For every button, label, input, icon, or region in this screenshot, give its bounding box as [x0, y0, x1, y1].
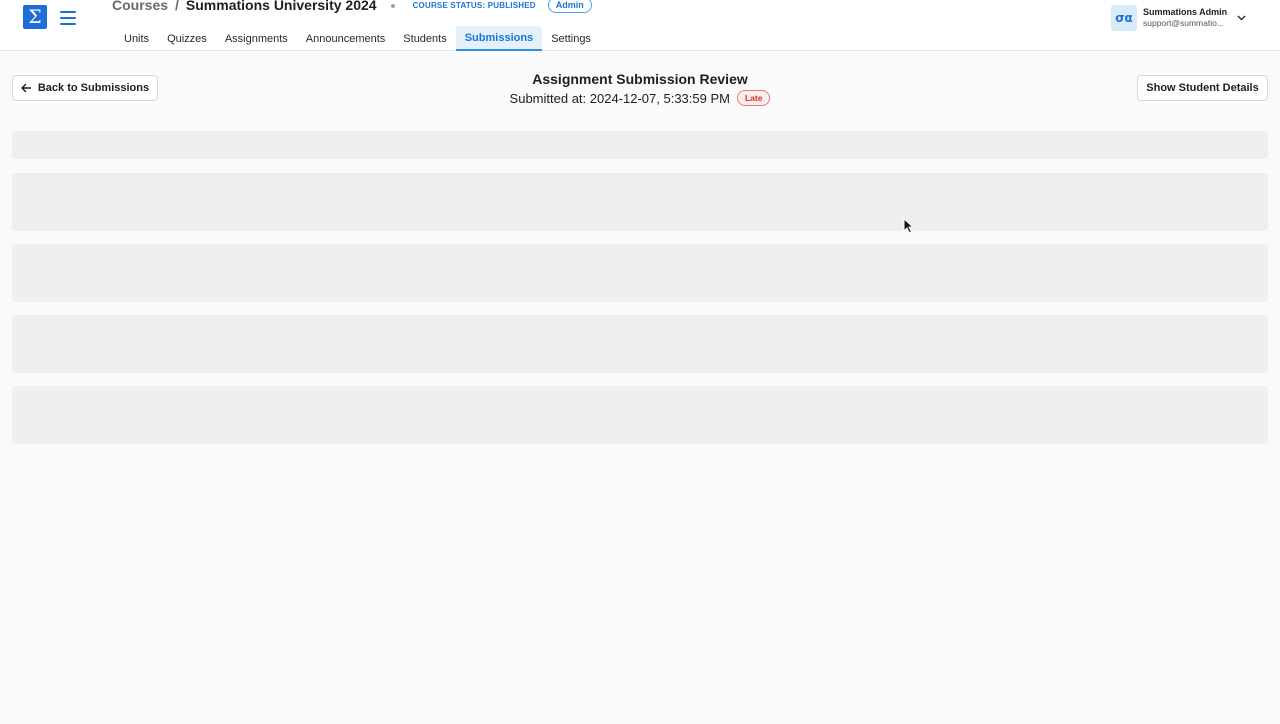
loading-skeleton [12, 315, 1268, 373]
loading-skeleton [12, 131, 1268, 159]
user-email: support@summatio... [1143, 17, 1224, 28]
arrow-left-icon [20, 83, 32, 93]
loading-skeleton [12, 173, 1268, 231]
chevron-down-icon[interactable] [1237, 14, 1246, 21]
avatar: σα [1111, 4, 1137, 31]
user-info: Summations Admin support@summatio... [1143, 7, 1227, 29]
tab-units[interactable]: Units [115, 26, 158, 51]
summations-logo[interactable]: Σ [23, 5, 47, 29]
top-header: Σ Courses / Summations University 2024 C… [0, 0, 1280, 51]
page-title: Assignment Submission Review [532, 71, 748, 87]
status-badge: Late [736, 90, 771, 106]
hamburger-menu-icon[interactable] [60, 11, 76, 25]
back-button-label: Back to Submissions [37, 82, 150, 94]
tab-settings[interactable]: Settings [542, 26, 600, 51]
breadcrumb-separator: / [175, 0, 179, 13]
user-menu[interactable]: σα Summations Admin support@summatio... [1111, 4, 1246, 31]
separator-dot [390, 4, 395, 8]
submission-header: Assignment Submission Review Submitted a… [440, 70, 840, 106]
loading-skeleton [12, 244, 1268, 302]
tab-assignments[interactable]: Assignments [216, 26, 297, 51]
back-to-submissions-button[interactable]: Back to Submissions [12, 75, 158, 101]
submitted-timestamp: Submitted at: 2024-12-07, 5:33:59 PM [509, 90, 730, 106]
logo-symbol: Σ [28, 5, 42, 28]
mouse-cursor-icon [903, 218, 914, 234]
tab-submissions[interactable]: Submissions [455, 26, 543, 51]
tab-announcements[interactable]: Announcements [297, 26, 395, 51]
show-student-details-button[interactable]: Show Student Details [1137, 75, 1268, 101]
role-badge: Admin [547, 0, 592, 13]
breadcrumb: Courses / Summations University 2024 COU… [112, 0, 592, 15]
loading-skeleton [12, 386, 1268, 444]
user-name: Summations Admin [1143, 6, 1228, 17]
submitted-info: Submitted at: 2024-12-07, 5:33:59 PM Lat… [440, 90, 840, 106]
tab-quizzes[interactable]: Quizzes [158, 26, 216, 51]
tab-students[interactable]: Students [394, 26, 455, 51]
breadcrumb-course-name: Summations University 2024 [185, 0, 377, 13]
course-tabs: Units Quizzes Assignments Announcements … [115, 26, 600, 51]
course-status: COURSE STATUS: PUBLISHED [412, 0, 536, 10]
breadcrumb-courses[interactable]: Courses [112, 0, 168, 13]
